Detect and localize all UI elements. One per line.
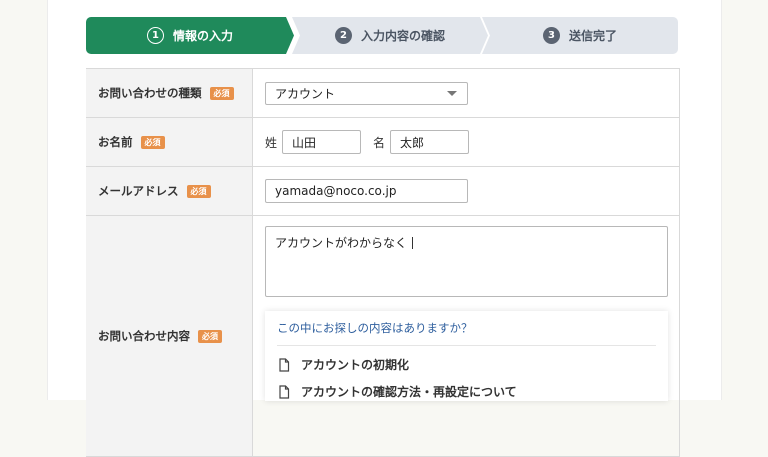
last-name-label: 姓 [265,135,278,150]
inquiry-form: お問い合わせの種類 必須 アカウント お名前 必須 姓 山田 名 太郎 メールア… [86,68,680,457]
last-name-input[interactable]: 山田 [282,130,362,154]
email-input[interactable]: yamada@noco.co.jp [265,179,468,203]
required-badge: 必須 [198,329,222,343]
select-value: アカウント [275,86,336,101]
suggestion-item[interactable]: アカウントの初期化 [277,356,656,373]
inquiry-type-select[interactable]: アカウント [265,81,468,105]
step-number: 3 [542,27,560,44]
required-badge: 必須 [209,86,234,100]
content-label: お問い合わせ内容 [98,329,190,343]
form-row-content: お問い合わせ内容 必須 アカウントがわからなく この中にお探しの内容はありますか… [86,216,680,457]
inquiry-content-textarea[interactable]: アカウントがわからなく [265,226,668,297]
step-complete: 3 送信完了 [482,17,678,54]
first-name-label: 名 [373,135,386,150]
step-label: 送信完了 [568,29,617,43]
chevron-down-icon [447,90,457,96]
type-label: お問い合わせの種類 [98,86,202,100]
suggestion-text: アカウントの確認方法・再設定について [301,385,517,399]
first-name-value: 太郎 [400,135,425,150]
step-number: 1 [147,27,164,44]
required-badge: 必須 [140,135,165,149]
required-badge: 必須 [186,184,211,198]
first-name-input[interactable]: 太郎 [390,130,470,154]
step-input: 1 情報の入力 [86,17,294,54]
form-row-type: お問い合わせの種類 必須 アカウント [86,69,680,118]
step-number: 2 [335,27,352,44]
step-label: 入力内容の確認 [360,29,445,43]
suggestion-panel: この中にお探しの内容はありますか？ アカウントの初期化 アカウントの確認方法・再… [265,311,668,401]
suggestion-title: この中にお探しの内容はありますか？ [277,320,656,346]
step-label: 情報の入力 [172,29,233,43]
textarea-value: アカウントがわからなく [275,236,408,250]
email-value: yamada@noco.co.jp [275,184,397,198]
field-label: お問い合わせの種類 必須 [86,69,253,117]
document-icon [279,357,290,372]
suggestion-item[interactable]: アカウントの確認方法・再設定について [277,383,656,400]
name-label: お名前 [98,135,133,149]
document-icon [279,384,290,399]
email-label: メールアドレス [98,184,179,198]
field-label: お名前 必須 [86,118,253,166]
last-name-value: 山田 [292,135,317,150]
form-row-email: メールアドレス 必須 yamada@noco.co.jp [86,167,680,216]
field-label: お問い合わせ内容 必須 [86,216,253,456]
field-cell: yamada@noco.co.jp [253,167,679,215]
suggestion-text: アカウントの初期化 [301,358,410,372]
field-label: メールアドレス 必須 [86,167,253,215]
progress-stepper: 1 情報の入力 2 入力内容の確認 3 送信完了 [86,17,680,54]
field-cell: 姓 山田 名 太郎 [253,118,679,166]
form-row-name: お名前 必須 姓 山田 名 太郎 [86,118,680,167]
field-cell: アカウントがわからなく この中にお探しの内容はありますか？ アカウントの初期化 [253,216,679,456]
field-cell: アカウント [253,69,679,117]
step-confirm: 2 入力内容の確認 [292,17,488,54]
text-cursor [412,237,414,249]
